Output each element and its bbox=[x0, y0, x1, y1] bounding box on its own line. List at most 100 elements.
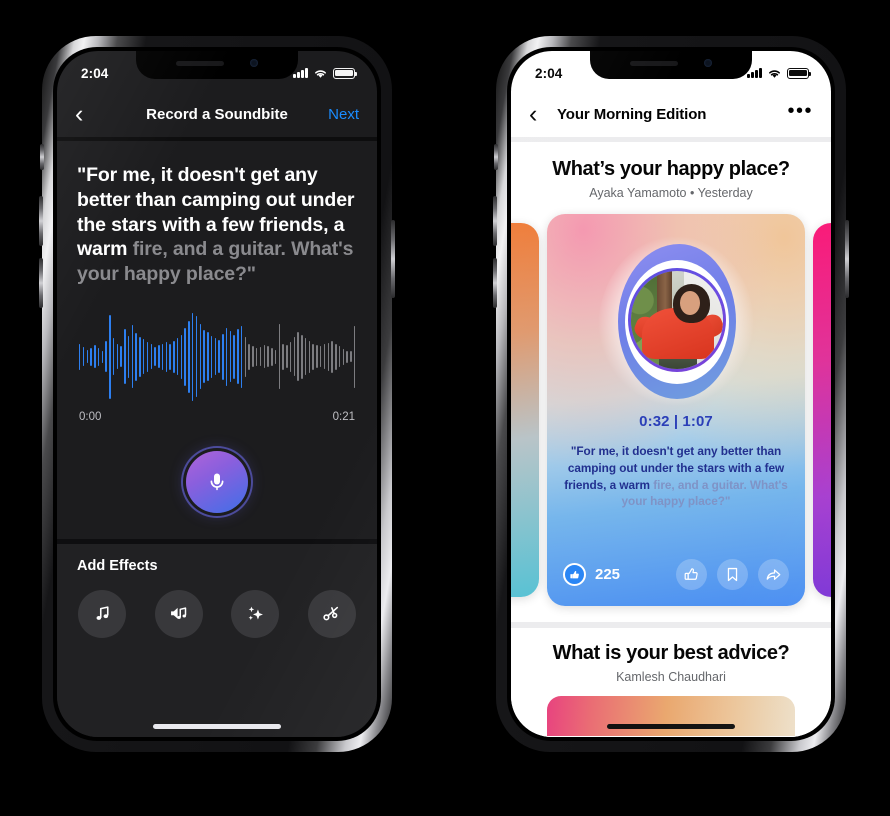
waveform-bar bbox=[154, 347, 156, 367]
record-button[interactable] bbox=[186, 450, 248, 513]
soundbite-carousel[interactable]: 0:32 | 1:07 "For me, it doesn't get any … bbox=[511, 214, 831, 606]
waveform-bar bbox=[207, 332, 209, 382]
feed-post-best-advice[interactable]: What is your best advice? Kamlesh Chaudh… bbox=[511, 628, 831, 736]
effect-trim-button[interactable] bbox=[307, 589, 356, 638]
silent-switch[interactable] bbox=[494, 144, 498, 170]
back-button[interactable]: ‹ bbox=[75, 101, 105, 127]
waveform-bar bbox=[150, 344, 153, 370]
feed-scroll-area[interactable]: What’s your happy place? Ayaka Yamamoto … bbox=[511, 142, 831, 737]
power-button[interactable] bbox=[391, 220, 395, 298]
signal-bars-icon bbox=[747, 68, 762, 78]
thumbs-up-filled-icon bbox=[563, 563, 586, 586]
share-arrow-icon bbox=[766, 569, 781, 580]
waveform-bar bbox=[316, 345, 318, 369]
share-button[interactable] bbox=[758, 559, 789, 590]
waveform-bar bbox=[237, 329, 239, 385]
waveform-bar bbox=[346, 350, 348, 363]
waveform-bar bbox=[82, 347, 85, 367]
waveform-bar bbox=[210, 335, 213, 378]
waveform-bar bbox=[244, 336, 247, 377]
next-button[interactable]: Next bbox=[328, 106, 359, 123]
waveform-timestamps: 0:00 0:21 bbox=[79, 411, 355, 423]
thumbs-up-outline-icon bbox=[684, 568, 698, 580]
wifi-icon bbox=[769, 69, 780, 78]
waveform-bar bbox=[97, 347, 100, 366]
waveform-start-time: 0:00 bbox=[79, 410, 102, 423]
home-indicator[interactable] bbox=[607, 724, 735, 729]
status-bar-time: 2:04 bbox=[535, 65, 563, 81]
waveform-bar bbox=[214, 338, 217, 376]
waveform-bar bbox=[252, 346, 254, 368]
waveform-bar bbox=[248, 343, 250, 370]
audio-waveform[interactable] bbox=[79, 311, 356, 403]
waveform-end-time: 0:21 bbox=[332, 410, 355, 423]
sparkles-icon bbox=[248, 606, 263, 621]
add-effects-panel: Add Effects bbox=[57, 543, 377, 737]
phone-left-record-screen: 2:04 ‹ Record a Soundbite Next "For me, … bbox=[39, 36, 395, 752]
microphone-icon bbox=[210, 473, 224, 490]
effect-voice-effects-button[interactable] bbox=[231, 589, 280, 638]
post-subtitle: Kamlesh Chaudhari bbox=[616, 670, 726, 684]
waveform-bar bbox=[282, 343, 284, 370]
waveform-bar bbox=[180, 334, 183, 379]
waveform-bar bbox=[184, 327, 186, 386]
power-button[interactable] bbox=[845, 220, 849, 298]
card-actions-group bbox=[676, 559, 789, 590]
waveform-bar bbox=[225, 327, 228, 386]
volume-up-button[interactable] bbox=[39, 196, 43, 246]
battery-icon bbox=[333, 67, 358, 79]
scissors-icon bbox=[323, 607, 339, 621]
waveform-bar bbox=[169, 343, 171, 370]
effect-music-button[interactable] bbox=[78, 589, 126, 638]
back-button[interactable]: ‹ bbox=[529, 101, 557, 127]
volume-down-button[interactable] bbox=[39, 258, 43, 308]
waveform-bar bbox=[233, 334, 235, 379]
avatar[interactable] bbox=[598, 236, 754, 406]
feed-post-happy-place: What’s your happy place? Ayaka Yamamoto … bbox=[511, 142, 831, 606]
waveform-bar bbox=[259, 347, 262, 367]
waveform-bar bbox=[218, 340, 220, 374]
waveform-bar bbox=[139, 336, 141, 377]
avatar-gradient-ring bbox=[628, 268, 726, 372]
waveform-bar bbox=[286, 345, 288, 369]
status-bar-icons bbox=[747, 64, 812, 79]
volume-up-button[interactable] bbox=[493, 196, 497, 246]
navigation-bar: ‹ Your Morning Edition ••• bbox=[511, 91, 831, 137]
soundbite-card-preview[interactable] bbox=[547, 696, 795, 736]
waveform-bar bbox=[173, 340, 175, 373]
phone-right-feed-screen: 2:04 ‹ Your Morning Edition ••• What’s y… bbox=[493, 36, 849, 752]
waveform-bar bbox=[112, 338, 115, 376]
waveform-bar bbox=[327, 342, 329, 371]
screen-your-morning-edition: 2:04 ‹ Your Morning Edition ••• What’s y… bbox=[511, 51, 831, 737]
effect-sound-effects-button[interactable] bbox=[154, 589, 203, 638]
waveform-bar bbox=[263, 345, 265, 369]
carousel-card-next[interactable] bbox=[813, 223, 831, 597]
waveform-bar bbox=[116, 344, 119, 370]
effects-button-row bbox=[77, 589, 357, 638]
signal-bars-icon bbox=[293, 68, 308, 78]
waveform-bar bbox=[293, 337, 296, 377]
wifi-icon bbox=[315, 69, 326, 78]
waveform-bar bbox=[301, 334, 303, 379]
screen-record-soundbite: 2:04 ‹ Record a Soundbite Next "For me, … bbox=[57, 51, 377, 737]
save-button[interactable] bbox=[717, 559, 748, 590]
like-button[interactable] bbox=[676, 559, 707, 590]
page-title: Your Morning Edition bbox=[557, 105, 707, 123]
like-summary[interactable]: 225 bbox=[563, 563, 620, 586]
waveform-bar bbox=[350, 351, 352, 363]
screenshot-stage: 2:04 ‹ Record a Soundbite Next "For me, … bbox=[0, 0, 890, 816]
music-note-icon bbox=[96, 606, 109, 621]
waveform-bar bbox=[274, 349, 277, 364]
more-options-button[interactable]: ••• bbox=[787, 101, 813, 121]
status-bar-icons bbox=[293, 64, 358, 79]
waveform-bar bbox=[195, 316, 198, 398]
waveform-bar bbox=[188, 320, 190, 393]
bookmark-icon bbox=[727, 567, 738, 582]
soundbite-card[interactable]: 0:32 | 1:07 "For me, it doesn't get any … bbox=[547, 214, 805, 606]
battery-icon bbox=[787, 67, 812, 79]
soundbite-transcript: "For me, it doesn't get any better than … bbox=[547, 443, 805, 510]
volume-down-button[interactable] bbox=[493, 258, 497, 308]
home-indicator[interactable] bbox=[153, 724, 281, 729]
silent-switch[interactable] bbox=[40, 144, 44, 170]
carousel-card-previous[interactable] bbox=[511, 223, 539, 597]
